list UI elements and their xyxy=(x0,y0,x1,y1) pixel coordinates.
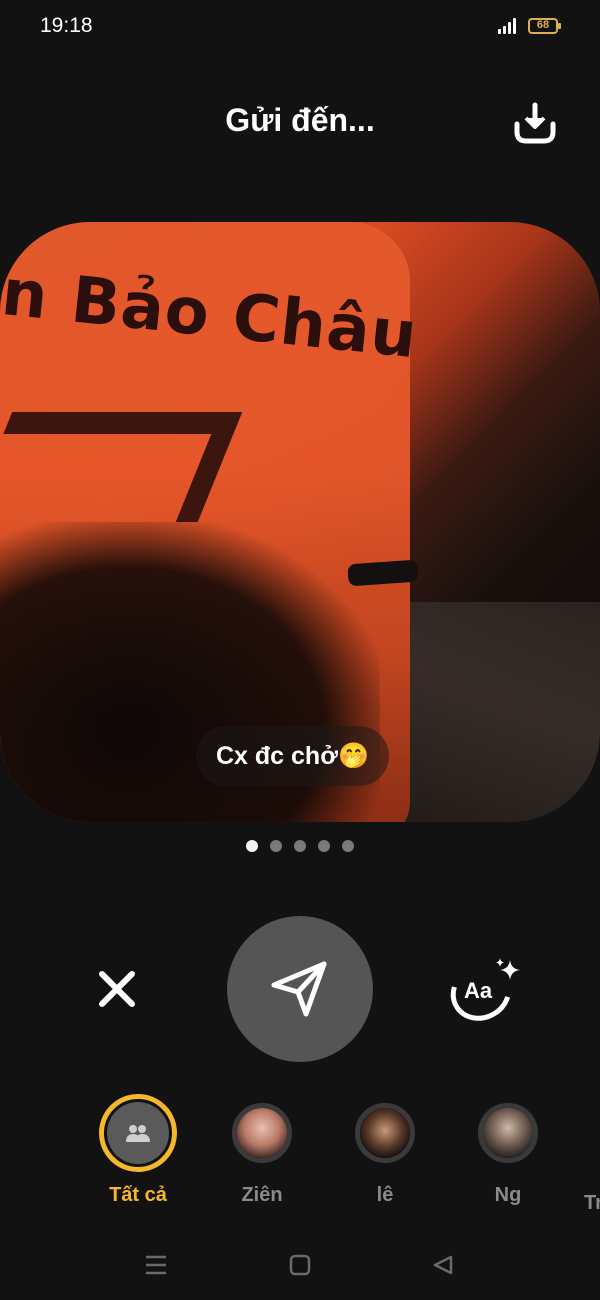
recipient-ng[interactable]: Ng xyxy=(460,1094,556,1207)
signal-icon xyxy=(498,18,520,34)
sparkle-icon xyxy=(496,958,520,980)
close-icon xyxy=(99,971,135,1007)
recipient-ring xyxy=(478,1103,538,1163)
photo-caption[interactable]: Cx đc chở🤭 xyxy=(196,726,390,786)
recipient-name: Tất cả xyxy=(109,1184,167,1206)
battery-icon: 68 xyxy=(528,18,558,34)
avatar xyxy=(483,1108,533,1158)
recipient-le[interactable]: lê xyxy=(337,1094,433,1207)
recipient-all[interactable]: Tất cả xyxy=(90,1094,186,1207)
avatar xyxy=(237,1108,287,1158)
recipient-list: Tất cả Ziên lê Ng Tr xyxy=(0,1094,600,1224)
avatar xyxy=(360,1108,410,1158)
cancel-button[interactable] xyxy=(90,962,144,1016)
text-style-label: Aa xyxy=(464,978,493,1003)
recipient-ring xyxy=(232,1103,292,1163)
text-style-button[interactable]: Aa xyxy=(440,952,522,1032)
page-dot-4 xyxy=(318,840,330,852)
status-bar: 19:18 68 xyxy=(0,0,600,52)
recipient-ring xyxy=(99,1094,177,1172)
battery-level: 68 xyxy=(536,19,550,31)
menu-icon xyxy=(146,1255,166,1275)
nav-home-button[interactable] xyxy=(282,1248,318,1282)
page-indicator xyxy=(0,840,600,854)
page-dot-2 xyxy=(270,840,282,852)
nav-menu-button[interactable] xyxy=(138,1248,174,1282)
recipient-name: Ng xyxy=(494,1184,522,1206)
nav-back-button[interactable] xyxy=(425,1248,461,1282)
recipient-name: Ziên xyxy=(241,1184,283,1206)
download-button[interactable] xyxy=(508,96,562,150)
download-icon xyxy=(514,102,556,144)
recipient-avatar xyxy=(107,1102,169,1164)
group-icon xyxy=(126,1125,150,1142)
home-icon xyxy=(289,1254,311,1276)
battery-nub xyxy=(558,23,561,29)
send-icon xyxy=(271,961,327,1017)
recipient-name: lê xyxy=(376,1184,394,1206)
page-dot-3 xyxy=(294,840,306,852)
system-nav-bar xyxy=(0,1240,600,1290)
recipient-name-partial[interactable]: Tr xyxy=(584,1192,600,1215)
recipient-zien[interactable]: Ziên xyxy=(214,1094,310,1207)
page-dot-1 xyxy=(246,840,258,852)
back-icon xyxy=(433,1255,453,1275)
page-dot-5 xyxy=(342,840,354,852)
recipient-ring xyxy=(355,1103,415,1163)
send-button[interactable] xyxy=(227,916,373,1062)
photo-preview[interactable]: n Bảo Châu Cx đc chở🤭 xyxy=(0,222,600,822)
status-time: 19:18 xyxy=(40,14,93,37)
